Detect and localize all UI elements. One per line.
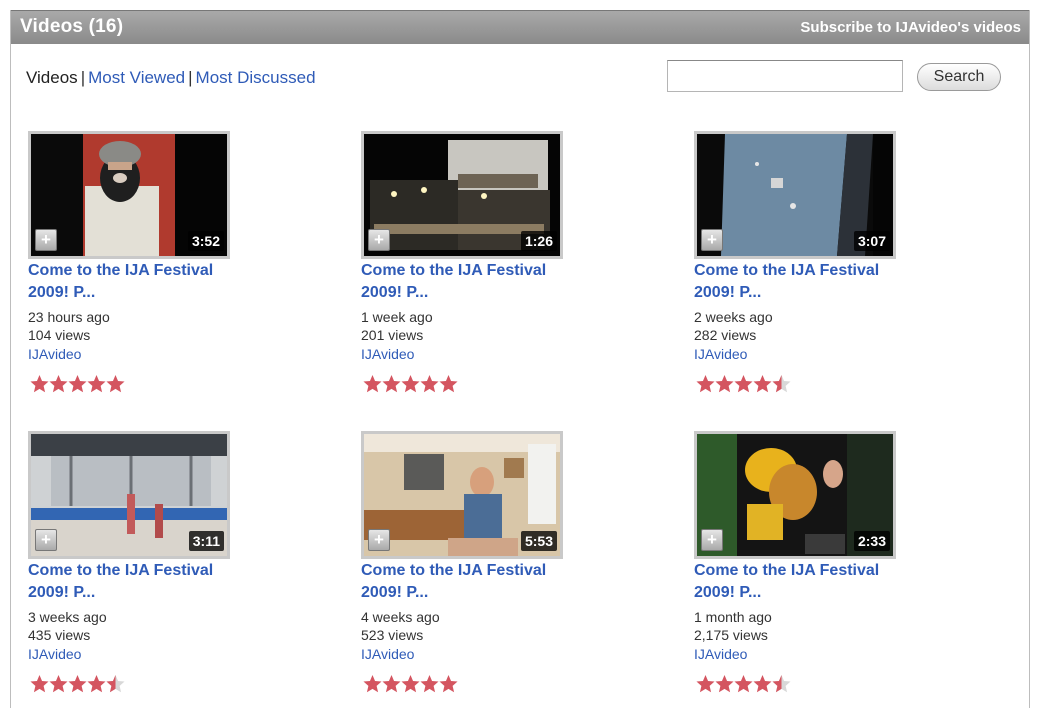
add-to-quicklist-icon[interactable]: + [701, 229, 723, 251]
star-rating [30, 374, 125, 396]
video-channel-link[interactable]: IJAvideo [361, 645, 561, 663]
tab-separator: | [188, 68, 193, 87]
star-icon [382, 375, 401, 393]
star-icon [715, 375, 734, 393]
star-rating [696, 674, 791, 696]
star-icon [696, 675, 715, 693]
star-rating-graphic [696, 675, 791, 693]
video-duration: 3:52 [187, 231, 224, 251]
subscribe-link[interactable]: Subscribe to IJAvideo's videos [800, 19, 1021, 36]
tab-videos-current: Videos [26, 68, 78, 87]
video-thumbnail[interactable]: + 3:07 [694, 131, 896, 259]
star-rating-graphic [30, 675, 125, 693]
star-icon [382, 675, 401, 693]
star-icon [363, 675, 382, 693]
star-icon [439, 375, 458, 393]
video-card: + 3:11 Come to the IJA Festival 2009! P.… [28, 431, 268, 711]
add-to-quicklist-icon[interactable]: + [368, 529, 390, 551]
star-icon [30, 375, 49, 393]
search-button[interactable]: Search [917, 63, 1001, 91]
add-to-quicklist-icon[interactable]: + [368, 229, 390, 251]
video-thumbnail[interactable]: + 1:26 [361, 131, 563, 259]
video-upload-age: 1 week ago [361, 309, 433, 325]
star-rating [30, 674, 125, 696]
video-view-count: 201 views [361, 327, 424, 343]
star-icon [49, 675, 68, 693]
video-upload-age: 4 weeks ago [361, 609, 440, 625]
video-title-link[interactable]: Come to the IJA Festival 2009! P... [694, 260, 894, 304]
star-icon [87, 675, 106, 693]
add-to-quicklist-icon[interactable]: + [35, 229, 57, 251]
star-icon [696, 375, 715, 393]
video-card: + 5:53 Come to the IJA Festival 2009! P.… [361, 431, 601, 711]
video-title-link[interactable]: Come to the IJA Festival 2009! P... [28, 560, 228, 604]
video-upload-age: 1 month ago [694, 609, 772, 625]
view-tabs: Videos | Most Viewed | Most Discussed [26, 68, 316, 88]
video-channel-link[interactable]: IJAvideo [361, 345, 561, 363]
star-rating-graphic [696, 375, 791, 393]
video-title-link[interactable]: Come to the IJA Festival 2009! P... [28, 260, 228, 304]
star-rating [696, 374, 791, 396]
star-icon [68, 375, 87, 393]
video-channel-link[interactable]: IJAvideo [28, 345, 228, 363]
video-duration: 1:26 [520, 231, 557, 251]
star-icon [420, 375, 439, 393]
video-duration: 2:33 [853, 531, 890, 551]
video-card: + 1:26 Come to the IJA Festival 2009! P.… [361, 131, 601, 411]
video-view-count: 2,175 views [694, 627, 768, 643]
video-duration: 3:11 [188, 531, 224, 551]
video-channel-link[interactable]: IJAvideo [28, 645, 228, 663]
star-icon [30, 675, 49, 693]
star-icon [87, 375, 106, 393]
video-card: + 2:33 Come to the IJA Festival 2009! P.… [694, 431, 934, 711]
tab-most-viewed[interactable]: Most Viewed [88, 68, 185, 87]
star-icon [439, 675, 458, 693]
star-icon [106, 375, 125, 393]
tab-separator: | [80, 68, 86, 87]
video-view-count: 435 views [28, 627, 91, 643]
video-channel-link[interactable]: IJAvideo [694, 345, 894, 363]
star-icon [753, 675, 772, 693]
star-rating [363, 674, 458, 696]
video-card: + 3:52 Come to the IJA Festival 2009! P.… [28, 131, 268, 411]
video-view-count: 282 views [694, 327, 757, 343]
video-card: + 3:07 Come to the IJA Festival 2009! P.… [694, 131, 934, 411]
star-icon [734, 675, 753, 693]
panel-header: Videos (16) Subscribe to IJAvideo's vide… [11, 10, 1029, 44]
video-duration: 3:07 [853, 231, 890, 251]
star-icon [715, 675, 734, 693]
star-icon [401, 675, 420, 693]
video-thumbnail[interactable]: + 5:53 [361, 431, 563, 559]
video-upload-age: 3 weeks ago [28, 609, 107, 625]
star-icon [68, 675, 87, 693]
video-upload-age: 2 weeks ago [694, 309, 773, 325]
video-title-link[interactable]: Come to the IJA Festival 2009! P... [694, 560, 894, 604]
star-icon [734, 375, 753, 393]
video-thumbnail[interactable]: + 3:52 [28, 131, 230, 259]
star-rating [363, 374, 458, 396]
star-icon [420, 675, 439, 693]
video-duration: 5:53 [520, 531, 557, 551]
tab-most-discussed[interactable]: Most Discussed [196, 68, 316, 87]
search-input[interactable] [667, 60, 903, 92]
star-icon [363, 375, 382, 393]
video-title-link[interactable]: Come to the IJA Festival 2009! P... [361, 560, 561, 604]
star-icon [401, 375, 420, 393]
panel-title: Videos (16) [20, 16, 124, 37]
add-to-quicklist-icon[interactable]: + [35, 529, 57, 551]
star-rating-graphic [363, 375, 458, 393]
video-thumbnail[interactable]: + 2:33 [694, 431, 896, 559]
star-rating-graphic [30, 375, 125, 393]
star-rating-graphic [363, 675, 458, 693]
video-title-link[interactable]: Come to the IJA Festival 2009! P... [361, 260, 561, 304]
video-upload-age: 23 hours ago [28, 309, 110, 325]
star-icon [753, 375, 772, 393]
video-thumbnail[interactable]: + 3:11 [28, 431, 230, 559]
star-icon [49, 375, 68, 393]
video-view-count: 523 views [361, 627, 424, 643]
video-view-count: 104 views [28, 327, 91, 343]
add-to-quicklist-icon[interactable]: + [701, 529, 723, 551]
video-channel-link[interactable]: IJAvideo [694, 645, 894, 663]
